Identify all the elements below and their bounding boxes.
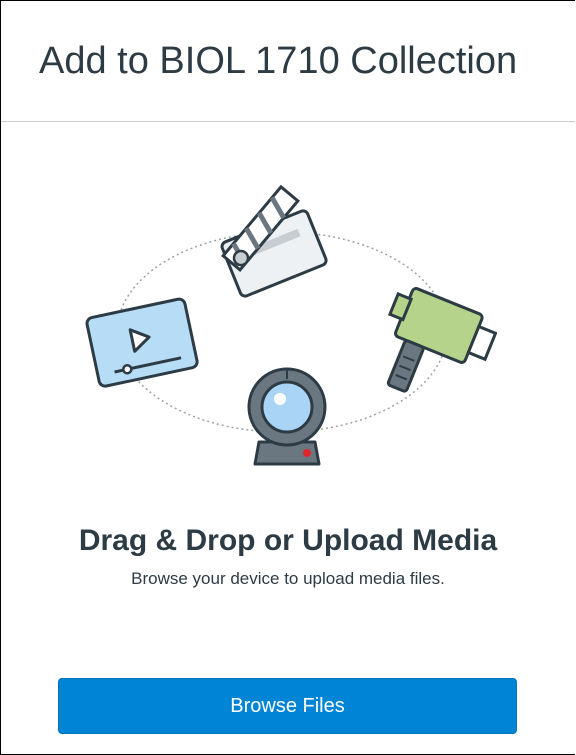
dialog-header: Add to BIOL 1710 Collection [1, 1, 575, 122]
camcorder-icon [386, 287, 497, 393]
dropzone-subtext: Browse your device to upload media files… [131, 569, 445, 588]
upload-media-dialog: Add to BIOL 1710 Collection Drag & Drop … [0, 0, 575, 755]
dialog-title: Add to BIOL 1710 Collection [39, 40, 518, 82]
video-player-icon [85, 297, 199, 388]
dropzone-heading: Drag & Drop or Upload Media [78, 524, 498, 557]
browse-files-button[interactable]: Browse Files [58, 678, 517, 734]
upload-illustration [77, 172, 497, 502]
media-dropzone[interactable]: Drag & Drop or Upload Media Browse your … [1, 122, 575, 754]
clapperboard-icon [220, 184, 328, 298]
webcam-icon [247, 367, 327, 466]
